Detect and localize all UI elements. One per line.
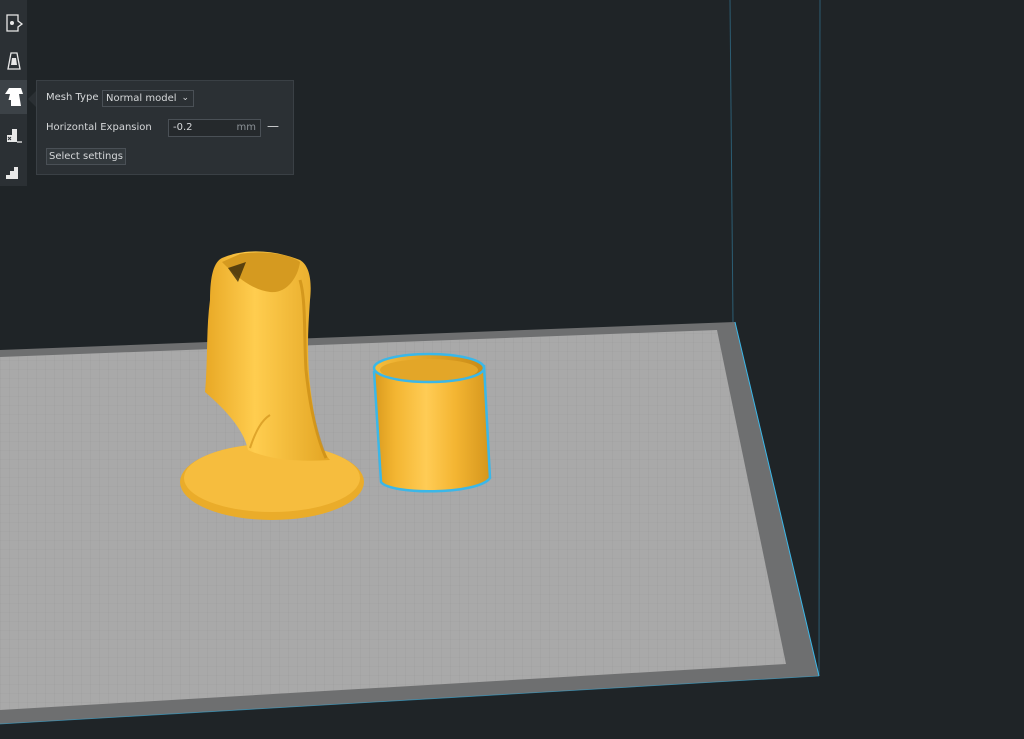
cup-model[interactable] — [372, 352, 492, 493]
remove-setting-button[interactable]: — — [267, 118, 279, 136]
horizontal-expansion-value: -0.2 — [173, 122, 193, 133]
per-model-settings-panel: Mesh Type Normal model ⌄ Horizontal Expa… — [36, 80, 294, 175]
per-model-normal-icon[interactable] — [0, 6, 27, 40]
mesh-type-dropdown[interactable]: Normal model ⌄ — [102, 90, 194, 107]
per-model-support-icon[interactable] — [0, 44, 27, 78]
horizontal-expansion-input[interactable]: -0.2 mm — [168, 119, 261, 137]
left-toolbar — [0, 0, 27, 186]
settings-panel-pointer — [28, 91, 36, 107]
horizontal-expansion-unit: mm — [236, 122, 256, 133]
select-settings-button[interactable]: Select settings — [46, 148, 126, 165]
minus-icon: — — [267, 119, 279, 133]
per-model-anti-overhang-icon[interactable] — [0, 154, 27, 188]
mesh-type-label: Mesh Type — [46, 92, 99, 103]
chevron-down-icon: ⌄ — [181, 93, 189, 103]
per-model-overlap-icon[interactable] — [0, 117, 27, 151]
mesh-type-value: Normal model — [106, 93, 177, 104]
horizontal-expansion-label: Horizontal Expansion — [46, 122, 152, 133]
per-model-settings-icon[interactable] — [0, 80, 27, 114]
